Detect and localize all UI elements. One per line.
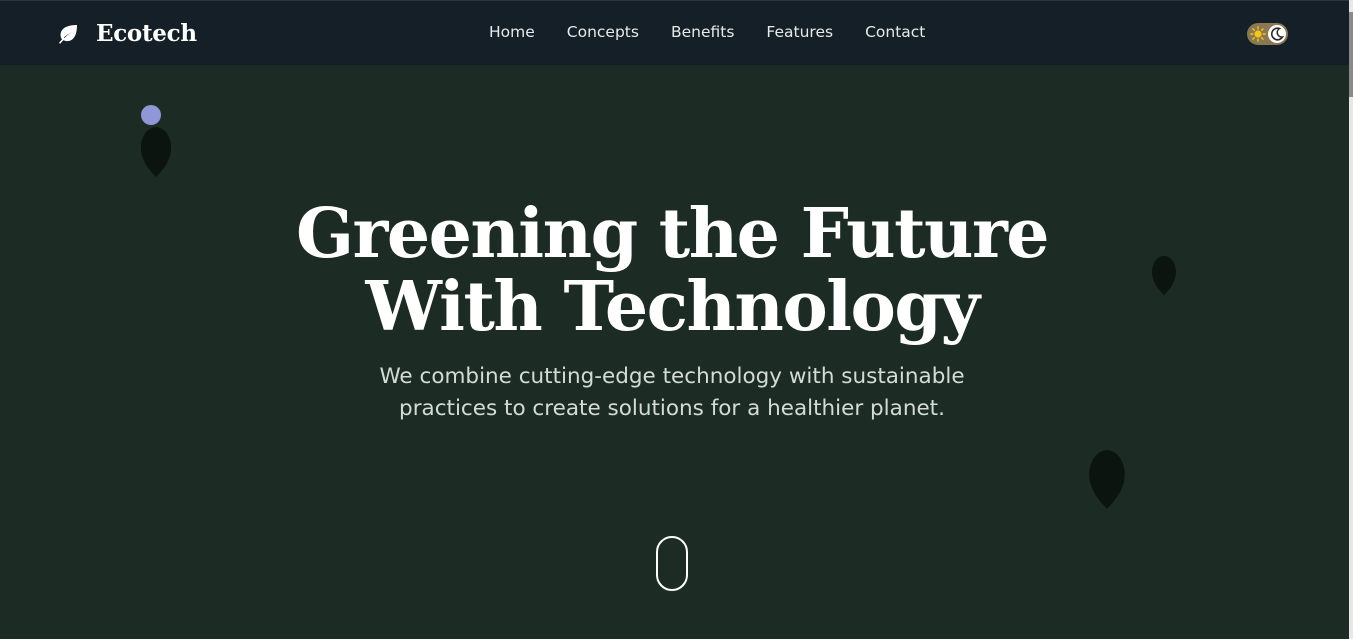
scrollbar-thumb[interactable]: [1349, 12, 1353, 97]
leaf-shape: [140, 127, 172, 177]
theme-toggle[interactable]: [1247, 23, 1288, 45]
nav-link-home[interactable]: Home: [489, 23, 535, 41]
brand-name: Ecotech: [96, 20, 197, 47]
nav-link-contact[interactable]: Contact: [865, 23, 925, 41]
hero-title: Greening the Future With Technology: [200, 198, 1144, 344]
sun-icon: [1250, 26, 1266, 42]
brand-logo[interactable]: Ecotech: [56, 20, 197, 47]
navbar: Ecotech Home Concepts Benefits Features …: [0, 0, 1349, 65]
leaf-icon: [59, 24, 77, 44]
hero-subtitle: We combine cutting-edge technology with …: [379, 364, 965, 421]
leaf-shape: [1152, 255, 1176, 296]
scroll-down-indicator[interactable]: [656, 536, 688, 591]
hero-title-line1: Greening the Future: [295, 194, 1050, 274]
leaf-shape: [1089, 450, 1125, 509]
moon-icon: [1270, 27, 1284, 41]
toggle-knob: [1268, 25, 1286, 43]
decorative-dot: [141, 105, 161, 125]
nav-links: Home Concepts Benefits Features Contact: [489, 23, 957, 41]
nav-link-benefits[interactable]: Benefits: [671, 23, 734, 41]
nav-link-features[interactable]: Features: [766, 23, 833, 41]
hero-section: Greening the Future With Technology We c…: [0, 65, 1349, 639]
hero-title-line2: With Technology: [365, 267, 980, 347]
nav-link-concepts[interactable]: Concepts: [567, 23, 639, 41]
